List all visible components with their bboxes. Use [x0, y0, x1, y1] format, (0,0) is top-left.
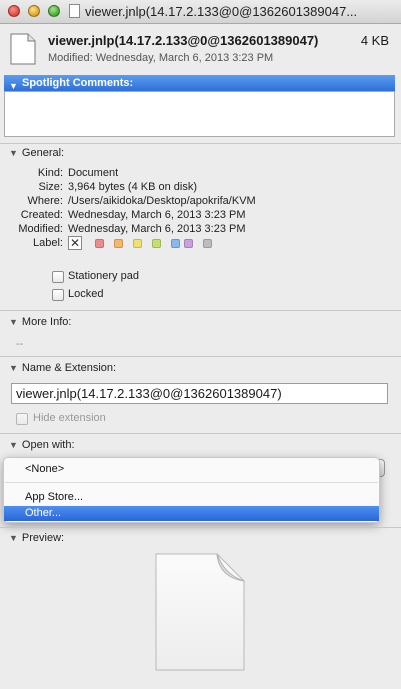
file-size: 4 KB — [360, 33, 389, 48]
disclosure-triangle-open-icon[interactable]: ▼ — [9, 148, 18, 158]
size-label: Size: — [38, 181, 63, 193]
open-with-heading: Open with: — [21, 439, 75, 451]
info-window: viewer.jnlp(14.17.2.133@0@1362601389047.… — [0, 0, 401, 689]
zoom-button[interactable] — [48, 5, 60, 17]
menu-item-other[interactable]: Other... — [4, 506, 379, 521]
name-field[interactable]: viewer.jnlp(14.17.2.133@0@1362601389047) — [11, 383, 388, 404]
title-bar[interactable]: viewer.jnlp(14.17.2.133@0@1362601389047.… — [0, 0, 401, 24]
preview-section-header[interactable]: ▼ Preview: — [9, 532, 64, 544]
general-section-header[interactable]: ▼ General: — [9, 147, 64, 159]
kind-label: Kind: — [37, 167, 63, 179]
name-extension-heading: Name & Extension: — [21, 362, 117, 374]
spotlight-comments-header[interactable]: ▼ Spotlight Comments: — [4, 75, 395, 91]
document-icon — [10, 33, 36, 65]
more-info-section-header[interactable]: ▼ More Info: — [9, 316, 71, 328]
more-info-value: -- — [16, 338, 24, 350]
document-preview-icon — [155, 553, 245, 671]
where-label: Where: — [27, 195, 63, 207]
modified-label: Modified: — [18, 223, 63, 235]
label-yellow-swatch[interactable] — [133, 239, 142, 248]
created-value: Wednesday, March 6, 2013 3:23 PM — [68, 209, 246, 221]
label-red-swatch[interactable] — [95, 239, 104, 248]
stationery-pad-checkbox[interactable] — [52, 271, 64, 283]
file-name: viewer.jnlp(14.17.2.133@0@1362601389047) — [48, 33, 319, 48]
menu-item-app-store[interactable]: App Store... — [4, 490, 379, 505]
where-value: /Users/aikidoka/Desktop/apokrifa/KVM — [68, 195, 256, 207]
window-title: viewer.jnlp(14.17.2.133@0@1362601389047.… — [85, 4, 358, 19]
divider — [0, 527, 401, 528]
locked-label[interactable]: Locked — [68, 288, 103, 300]
modified-date: Modified: Wednesday, March 6, 2013 3:23 … — [48, 52, 274, 64]
general-heading: General: — [21, 147, 65, 159]
disclosure-triangle-open-icon[interactable]: ▼ — [9, 440, 18, 450]
divider — [0, 310, 401, 311]
modified-value: Wednesday, March 6, 2013 3:23 PM — [68, 223, 246, 235]
minimize-button[interactable] — [28, 5, 40, 17]
kind-value: Document — [68, 167, 119, 179]
divider — [0, 143, 401, 144]
label-orange-swatch[interactable] — [114, 239, 123, 248]
close-button[interactable] — [8, 5, 20, 17]
name-extension-section-header[interactable]: ▼ Name & Extension: — [9, 362, 116, 374]
preview-heading: Preview: — [21, 532, 65, 544]
hide-extension-label[interactable]: Hide extension — [33, 412, 106, 424]
more-info-heading: More Info: — [21, 316, 72, 328]
menu-separator — [5, 482, 378, 483]
disclosure-triangle-open-icon[interactable]: ▼ — [9, 317, 18, 327]
label-green-swatch[interactable] — [152, 239, 161, 248]
label-gray-swatch[interactable] — [203, 239, 212, 248]
spotlight-comments-field[interactable] — [4, 91, 395, 137]
disclosure-triangle-open-icon[interactable]: ▼ — [9, 363, 18, 373]
divider — [0, 433, 401, 434]
size-value: 3,964 bytes (4 KB on disk) — [68, 181, 198, 193]
no-label-button[interactable]: ✕ — [68, 236, 82, 250]
created-label: Created: — [20, 209, 63, 221]
hide-extension-checkbox[interactable] — [16, 413, 28, 425]
label-blue-swatch[interactable] — [171, 239, 180, 248]
open-with-menu: <None> App Store... Other... — [3, 457, 380, 523]
divider — [0, 356, 401, 357]
disclosure-triangle-open-icon[interactable]: ▼ — [9, 533, 18, 543]
label-purple-swatch[interactable] — [184, 239, 193, 248]
locked-checkbox[interactable] — [52, 289, 64, 301]
menu-item-none[interactable]: <None> — [4, 462, 379, 477]
document-proxy-icon[interactable] — [69, 4, 80, 18]
info-header: viewer.jnlp(14.17.2.133@0@1362601389047)… — [0, 24, 401, 72]
stationery-pad-label[interactable]: Stationery pad — [68, 270, 139, 282]
spotlight-comments-label: Spotlight Comments: — [22, 77, 134, 89]
open-with-section-header[interactable]: ▼ Open with: — [9, 439, 75, 451]
label-label: Label: — [33, 237, 63, 249]
